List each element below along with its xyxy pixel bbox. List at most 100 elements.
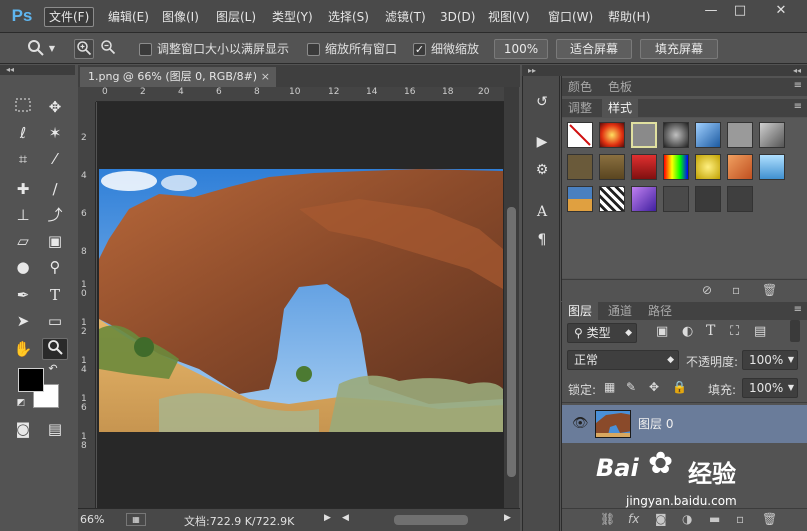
swap-colors-icon[interactable]: ↶ bbox=[46, 362, 60, 376]
tab-paths[interactable]: 路径 bbox=[642, 302, 678, 320]
layer-filter-select[interactable]: ⚲ 类型 ◆ bbox=[567, 323, 637, 343]
scrubby-zoom-checkbox[interactable]: ✓ bbox=[413, 43, 426, 56]
toolbox-collapse-handle[interactable]: ◂◂ bbox=[0, 65, 75, 75]
properties-panel-icon[interactable]: ⚙ bbox=[532, 160, 552, 180]
visibility-eye-icon[interactable]: 👁 bbox=[572, 416, 589, 431]
opacity-input[interactable]: 100% ▼ bbox=[742, 350, 798, 370]
style-swatch[interactable] bbox=[727, 186, 753, 212]
scroll-left-icon[interactable]: ◀ bbox=[342, 513, 349, 523]
delete-style-icon[interactable]: 🗑 bbox=[762, 283, 777, 297]
resize-windows-checkbox[interactable] bbox=[139, 43, 152, 56]
style-swatch[interactable] bbox=[567, 154, 593, 180]
lock-transparent-icon[interactable]: ▦ bbox=[604, 380, 615, 394]
eyedropper-tool-icon[interactable]: ⁄ bbox=[42, 148, 68, 170]
filter-pixel-icon[interactable]: ▣ bbox=[656, 324, 668, 339]
menu-select[interactable]: 选择(S) bbox=[324, 7, 373, 27]
vertical-scrollbar[interactable] bbox=[504, 87, 519, 508]
menu-filter[interactable]: 滤镜(T) bbox=[381, 7, 430, 27]
style-swatch[interactable] bbox=[663, 186, 689, 212]
menu-3d[interactable]: 3D(D) bbox=[436, 7, 479, 27]
gradient-tool-icon[interactable]: ▣ bbox=[42, 230, 68, 252]
menu-image[interactable]: 图像(I) bbox=[158, 7, 203, 27]
style-swatch[interactable] bbox=[695, 154, 721, 180]
filter-toggle[interactable] bbox=[790, 320, 800, 342]
actual-pixels-button[interactable]: 100% bbox=[494, 39, 548, 59]
close-document-icon[interactable]: × bbox=[261, 67, 270, 87]
status-menu-arrow-icon[interactable]: ▶ bbox=[324, 513, 331, 523]
panel-menu-icon[interactable]: ≡ bbox=[794, 304, 802, 315]
vertical-ruler[interactable]: 2 4 6 8 1 0 1 2 1 4 1 6 1 8 bbox=[78, 102, 96, 508]
path-selection-tool-icon[interactable]: ➤ bbox=[10, 310, 36, 332]
menu-type[interactable]: 类型(Y) bbox=[268, 7, 317, 27]
foreground-color-swatch[interactable] bbox=[18, 368, 44, 392]
history-panel-icon[interactable]: ↺ bbox=[532, 92, 552, 112]
document-image[interactable] bbox=[97, 102, 504, 508]
expand-dock-icon[interactable]: ◂◂ bbox=[793, 65, 801, 76]
filter-adjustment-icon[interactable]: ◐ bbox=[682, 324, 693, 339]
style-swatch[interactable] bbox=[631, 122, 657, 148]
style-swatch[interactable] bbox=[727, 122, 753, 148]
chevron-down-icon[interactable]: ▼ bbox=[46, 39, 58, 59]
horizontal-scroll-thumb[interactable] bbox=[394, 515, 468, 525]
style-swatch[interactable] bbox=[599, 186, 625, 212]
pen-tool-icon[interactable]: ✒ bbox=[10, 284, 36, 306]
filter-smart-object-icon[interactable]: ▤ bbox=[754, 324, 766, 339]
actions-panel-icon[interactable]: ▶ bbox=[532, 132, 552, 152]
style-swatch[interactable] bbox=[663, 122, 689, 148]
style-swatch[interactable] bbox=[599, 154, 625, 180]
quick-mask-icon[interactable]: ◙ bbox=[10, 418, 36, 440]
tab-styles[interactable]: 样式 bbox=[602, 99, 639, 117]
close-window-button[interactable]: ✕ bbox=[761, 2, 801, 20]
new-style-icon[interactable]: ▫ bbox=[732, 283, 740, 297]
style-swatch[interactable] bbox=[695, 122, 721, 148]
menu-file[interactable]: 文件(F) bbox=[44, 7, 95, 27]
paragraph-panel-icon[interactable]: ¶ bbox=[532, 230, 552, 250]
tab-channels[interactable]: 通道 bbox=[602, 302, 638, 320]
menu-help[interactable]: 帮助(H) bbox=[604, 7, 654, 27]
canvas-workspace[interactable] bbox=[97, 102, 504, 508]
zoom-out-icon[interactable] bbox=[98, 39, 118, 59]
vertical-scroll-thumb[interactable] bbox=[507, 207, 516, 477]
horizontal-ruler[interactable]: 0 2 4 6 8 10 12 14 16 18 20 bbox=[96, 87, 504, 102]
blur-tool-icon[interactable]: ● bbox=[10, 256, 36, 278]
panel-menu-icon[interactable]: ≡ bbox=[794, 101, 802, 112]
clone-stamp-tool-icon[interactable]: ⊥ bbox=[10, 204, 36, 226]
zoom-in-icon[interactable] bbox=[74, 39, 94, 59]
eraser-tool-icon[interactable]: ▱ bbox=[10, 230, 36, 252]
zoom-tool-icon[interactable] bbox=[42, 338, 68, 360]
magic-wand-tool-icon[interactable]: ✶ bbox=[42, 122, 68, 144]
screen-mode-icon[interactable]: ▤ bbox=[42, 418, 68, 440]
filter-type-icon[interactable]: T bbox=[706, 323, 715, 339]
document-tab[interactable]: 1.png @ 66% (图层 0, RGB/8#) × bbox=[80, 67, 276, 87]
hand-tool-icon[interactable]: ✋ bbox=[10, 338, 36, 360]
marquee-tool-icon[interactable] bbox=[10, 96, 36, 118]
healing-brush-tool-icon[interactable]: ✚ bbox=[10, 178, 36, 200]
restore-button[interactable]: □ bbox=[728, 2, 752, 20]
history-brush-tool-icon[interactable]: ⤴ bbox=[42, 204, 68, 226]
brush-tool-icon[interactable]: ∕ bbox=[42, 178, 68, 200]
ruler-origin[interactable] bbox=[78, 87, 96, 102]
blend-mode-select[interactable]: 正常 ◆ bbox=[567, 350, 679, 370]
lock-all-icon[interactable]: 🔒 bbox=[672, 380, 687, 394]
panel-dock-header[interactable]: ▸▸ ◂◂ bbox=[522, 65, 807, 76]
tab-swatches[interactable]: 色板 bbox=[602, 78, 638, 96]
style-swatch[interactable] bbox=[631, 154, 657, 180]
filter-shape-icon[interactable]: ⛶ bbox=[730, 324, 739, 339]
collapse-dock-icon[interactable]: ▸▸ bbox=[528, 65, 536, 76]
layer-name[interactable]: 图层 0 bbox=[638, 415, 673, 432]
style-swatch[interactable] bbox=[631, 186, 657, 212]
type-tool-icon[interactable]: T bbox=[42, 284, 68, 306]
character-panel-icon[interactable]: A bbox=[532, 202, 552, 222]
tab-layers[interactable]: 图层 bbox=[562, 302, 599, 320]
menu-window[interactable]: 窗口(W) bbox=[544, 7, 597, 27]
dodge-tool-icon[interactable]: ⚲ bbox=[42, 256, 68, 278]
zoom-level[interactable]: 66% bbox=[80, 513, 104, 526]
tab-adjustments[interactable]: 调整 bbox=[562, 99, 598, 117]
style-swatch[interactable] bbox=[567, 186, 593, 212]
clear-style-icon[interactable]: ⊘ bbox=[702, 283, 712, 297]
menu-edit[interactable]: 编辑(E) bbox=[104, 7, 153, 27]
zoom-all-windows-checkbox[interactable] bbox=[307, 43, 320, 56]
fill-screen-button[interactable]: 填充屏幕 bbox=[640, 39, 718, 59]
default-colors-icon[interactable]: ◩ bbox=[14, 396, 28, 410]
scroll-right-icon[interactable]: ▶ bbox=[504, 513, 511, 523]
